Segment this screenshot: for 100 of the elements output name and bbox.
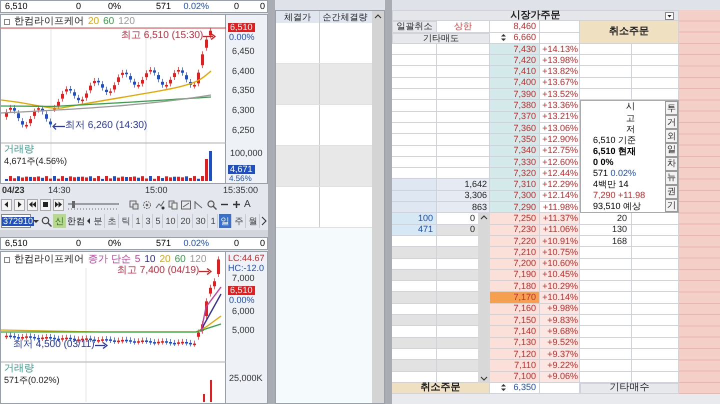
period-tab[interactable]: 10 [164,214,178,228]
bid-price[interactable]: 7,210 [490,247,540,259]
change-percent: +13.21% [540,112,580,123]
bid-price[interactable]: 7,190 [490,270,540,282]
stat-line: 6,510 현재 [593,146,636,156]
volume-text: 571주(0.02%) [4,376,60,385]
change-percent: +10.60% [540,258,580,270]
bid-price[interactable]: 7,170 [490,292,540,304]
bid-price[interactable]: 7,140 [490,326,540,338]
chart-title: 한컴라이프케어 [14,255,84,265]
side-tab[interactable]: 차 [665,156,678,171]
other-sell-button[interactable]: 기타매도 [392,32,490,44]
quote-value: 0 [232,2,239,11]
ask-price[interactable]: 7,340 [490,146,540,157]
price-header: 고 [626,114,635,123]
ask-price[interactable]: 7,370 [490,112,540,123]
moving-average-label: 10 [144,255,156,265]
period-tab[interactable]: 20 [179,214,194,228]
ask-price[interactable]: 7,300 [490,190,540,202]
ask-price[interactable]: 7,310 [490,179,540,191]
lc-label: LC:44.67 [228,254,265,263]
side-tab[interactable]: 투 [665,101,678,116]
high-price-label: 최고 7,400 (04/19) [117,266,200,276]
axis-label: 100,000 [230,149,263,158]
cancel-all-button[interactable]: 일괄취소 [392,21,437,33]
current-price-tag: 6,510 [228,23,255,32]
period-tab[interactable]: 1 [209,214,218,228]
period-tab[interactable]: 초 [106,214,119,228]
ask-price[interactable]: 7,330 [490,156,540,168]
bid-price[interactable]: 7,110 [490,360,540,372]
change-percent: +11.06% [540,224,580,236]
other-buy-button[interactable]: 기타매수 [580,382,679,394]
upper-limit-label: 상한 [437,21,490,33]
chart-title: 한컴라이프케어 [14,17,84,27]
change-percent: +10.75% [540,247,580,259]
period-tab[interactable]: 월 [247,214,260,228]
bid-price[interactable]: 7,160 [490,304,540,316]
change-percent: +9.98% [540,304,580,316]
moving-average-label: 120 [118,17,135,27]
change-percent: +10.45% [540,270,580,282]
axis-label: 6,250 [232,126,255,135]
period-tab[interactable]: 5 [154,214,164,228]
change-percent: +9.68% [540,326,580,338]
cancel-order-button[interactable]: 취소주문 [580,21,679,44]
bid-price[interactable]: 7,150 [490,315,540,326]
stat-line: 93,510 예상 [593,202,642,212]
bid-price[interactable]: 7,180 [490,281,540,292]
side-tab[interactable]: 권 [665,184,678,198]
change-percent: +13.36% [540,100,580,112]
ask-price[interactable]: 7,390 [490,89,540,100]
bid-price[interactable]: 7,230 [490,224,540,236]
axis-label: 6,350 [232,86,255,96]
period-tab[interactable]: 틱 [120,214,133,228]
change-percent: +12.14% [540,190,580,202]
side-tab[interactable]: 외 [665,129,678,143]
period-tab[interactable]: 분 [92,214,105,228]
bid-price[interactable]: 7,100 [490,372,540,383]
ask-price[interactable]: 7,420 [490,55,540,66]
axis-label: 25,000K [229,374,263,383]
side-tab[interactable]: 거 [665,115,678,130]
period-tab[interactable]: 30 [194,214,208,228]
price-header: 저 [626,124,635,134]
side-tab[interactable]: 일 [665,143,678,157]
ask-price[interactable]: 7,410 [490,66,540,78]
order-quantity: 0 [470,214,475,223]
bid-price[interactable]: 7,220 [490,236,540,248]
stock-code-field[interactable]: 372910 [1,214,31,228]
bid-price[interactable]: 7,250 [490,213,540,225]
volume-title: 거래량 [4,364,35,374]
ask-price[interactable]: 7,380 [490,100,540,112]
ask-price[interactable]: 7,290 [490,202,540,214]
side-tab[interactable]: 뉴 [665,170,678,185]
bid-price[interactable]: 7,130 [490,338,540,349]
ask-price[interactable]: 7,360 [490,122,540,134]
ask-price[interactable]: 7,320 [490,168,540,180]
axis-label: 6,300 [232,106,255,116]
bid-price[interactable]: 7,120 [490,348,540,360]
ask-quantity: 3,306 [464,191,487,200]
ask-price[interactable]: 7,430 [490,44,540,56]
bid-price[interactable]: 7,200 [490,258,540,270]
ask-price[interactable]: 7,350 [490,134,540,146]
price-header: 시 [626,102,635,112]
period-tab[interactable]: 주 [233,214,246,228]
stat-line: 571 0.02% [593,168,636,178]
change-percent: +13.52% [540,89,580,100]
moving-average-label: 20 [159,255,171,265]
moving-average-label: 60 [103,17,114,27]
period-tab[interactable]: 1 [134,214,143,228]
ask-price[interactable]: 7,400 [490,78,540,90]
period-tab[interactable]: 일 [219,214,232,228]
period-tab[interactable]: 3 [144,214,154,228]
change-percent: +13.06% [540,122,580,134]
cancel-order-button[interactable]: 취소주문 [392,382,490,394]
change-label: 0.00% [229,296,255,305]
font-button[interactable]: A [244,200,251,210]
market-badge: 신 [52,214,66,228]
change-percent: +9.83% [540,315,580,326]
side-tab[interactable]: 기 [665,198,678,212]
bid-quantity: 168 [612,236,627,246]
volume-tag: 4,671 [228,165,255,174]
